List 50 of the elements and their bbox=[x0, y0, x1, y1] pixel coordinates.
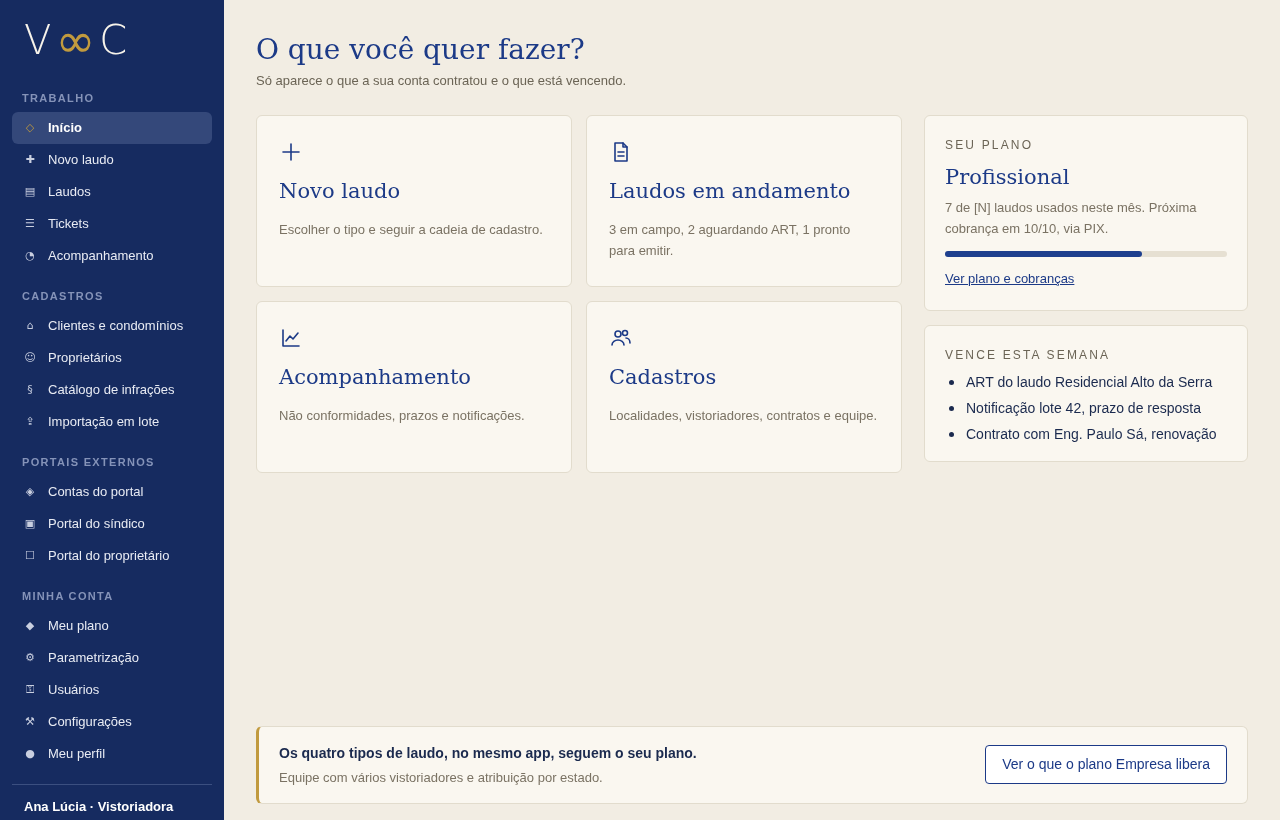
card-description: Não conformidades, prazos e notificações. bbox=[279, 407, 526, 425]
nav-item[interactable]: ● Meu perfil bbox=[12, 738, 212, 770]
card-description: 3 em campo, 2 aguardando ART, 1 pronto para emitir. bbox=[609, 221, 852, 260]
nav-item[interactable]: ⚒ Configurações bbox=[12, 706, 212, 738]
card-description: Escolher o tipo e seguir a cadeia de cadastro. bbox=[279, 221, 544, 239]
nav-item[interactable]: ◆ Meu plano bbox=[12, 610, 212, 642]
nav-item[interactable]: ▣ Portal do síndico bbox=[12, 508, 212, 540]
page-subtitle: Só aparece o que a sua conta contratou e o que está vencendo. bbox=[256, 72, 628, 90]
section-heading: PORTAIS EXTERNOS bbox=[21, 454, 156, 470]
nav-item[interactable]: ▤ Laudos bbox=[12, 176, 212, 208]
due-item: ART do laudo Residencial Alto da Serra bbox=[945, 372, 1227, 393]
card-title: Acompanhamento bbox=[279, 363, 472, 391]
upgrade-button[interactable]: Ver o que o plano Empresa libera bbox=[985, 745, 1227, 785]
nav-item[interactable]: ⚿ Usuários bbox=[12, 674, 212, 706]
nav-item[interactable]: ⌂ Clientes e condomínios bbox=[12, 310, 212, 342]
nav-item[interactable]: ☺ Proprietários bbox=[12, 342, 212, 374]
page-title: O que você quer fazer? bbox=[256, 32, 586, 67]
nav-item[interactable]: ◈ Contas do portal bbox=[12, 476, 212, 508]
due-item: Notificação lote 42, prazo de resposta bbox=[945, 398, 1227, 419]
logo-letter: V bbox=[24, 20, 52, 60]
banner-title: Os quatro tipos de laudo, no mesmo app, seguem o seu plano. bbox=[279, 743, 698, 763]
logo-letter: C bbox=[99, 20, 128, 60]
nav-item[interactable]: ✚ Novo laudo bbox=[12, 144, 212, 176]
section-label: VENCE ESTA SEMANA bbox=[945, 347, 1112, 364]
action-card[interactable]: Novo laudo Escolher o tipo e seguir a cadeia de cadastro. bbox=[256, 114, 572, 287]
user-name: Ana Lúcia · Vistoriadora bbox=[24, 797, 175, 816]
action-card[interactable]: Laudos em andamento 3 em campo, 2 aguardando ART, 1 pronto para emitir. bbox=[586, 114, 902, 287]
nav-item[interactable]: ☰ Tickets bbox=[12, 208, 212, 240]
plan-usage: 7 de [N] laudos usados neste mês. Próxima cobrança em 10/10, via PIX. bbox=[945, 199, 1198, 238]
nav-item[interactable]: ⚙ Parametrização bbox=[12, 642, 212, 674]
section-heading: TRABALHO bbox=[21, 90, 96, 106]
action-card[interactable]: Acompanhamento Não conformidades, prazos e notificações. bbox=[256, 300, 572, 473]
section-heading: CADASTROS bbox=[21, 288, 105, 304]
card-description: Localidades, vistoriadores, contratos e equipe. bbox=[609, 407, 879, 425]
plan-link[interactable]: Ver plano e cobranças bbox=[945, 269, 1075, 289]
section-heading: MINHA CONTA bbox=[21, 588, 115, 604]
nav-item[interactable]: ◇ Início bbox=[12, 112, 212, 144]
card-title: Laudos em andamento bbox=[609, 177, 852, 205]
card-title: Novo laudo bbox=[279, 177, 402, 205]
banner-text: Equipe com vários vistoriadores e atribuição por estado. bbox=[279, 768, 604, 787]
nav-item[interactable]: § Catálogo de infrações bbox=[12, 374, 212, 406]
nav-item[interactable]: ◔ Acompanhamento bbox=[12, 240, 212, 272]
plan-name: Profissional bbox=[945, 163, 1071, 191]
action-card[interactable]: Cadastros Localidades, vistoriadores, contratos e equipe. bbox=[586, 300, 902, 473]
due-item: Contrato com Eng. Paulo Sá, renovação bbox=[945, 424, 1227, 445]
nav-item[interactable]: ⇪ Importação em lote bbox=[12, 406, 212, 438]
card-title: Cadastros bbox=[609, 363, 718, 391]
logo-mark: ∞ bbox=[55, 16, 96, 64]
nav-item[interactable]: ☐ Portal do proprietário bbox=[12, 540, 212, 572]
section-label: SEU PLANO bbox=[945, 136, 1035, 154]
